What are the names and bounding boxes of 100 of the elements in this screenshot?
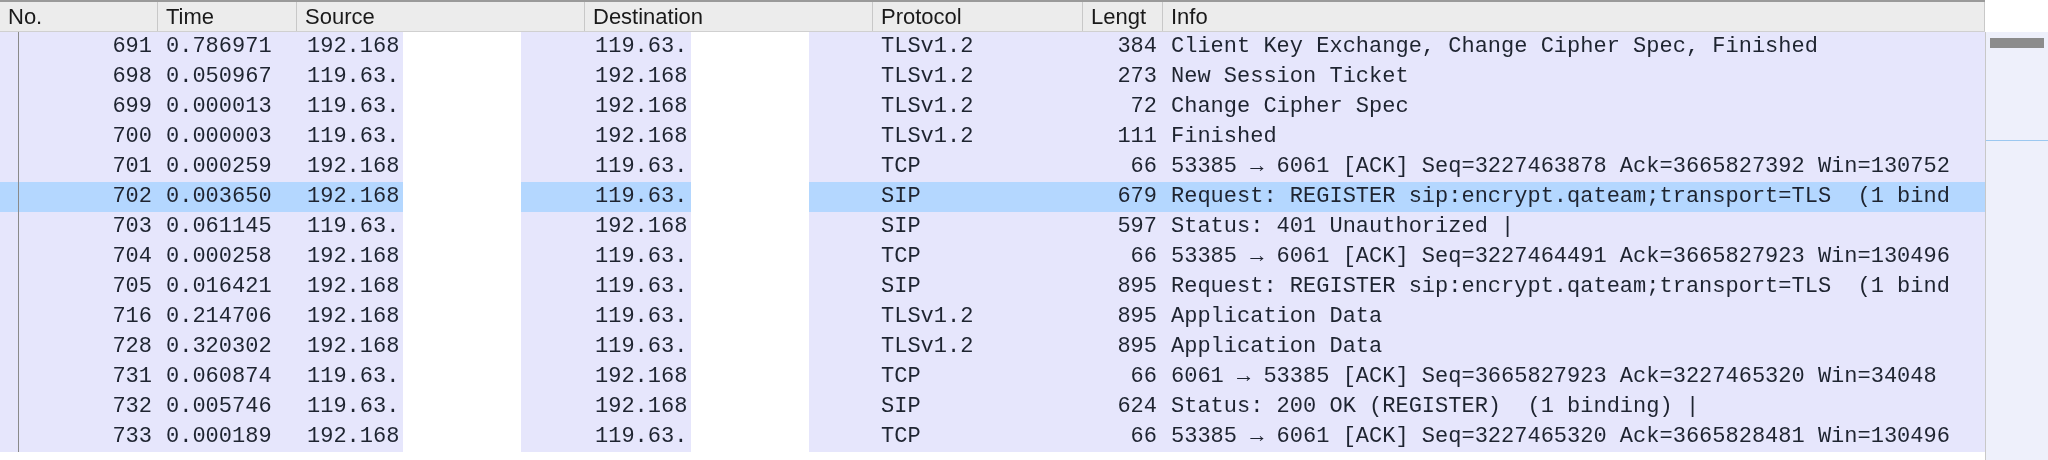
table-cell-text: 119.63.: [595, 273, 689, 301]
table-cell-text: 111: [1117, 123, 1157, 151]
table-cell-text: TCP: [881, 423, 921, 451]
table-cell-text: 192.168: [307, 183, 401, 211]
table-cell-text: Application Data: [1171, 303, 1383, 331]
table-cell-text: 0.060874: [166, 363, 272, 391]
table-cell-text: 119.63.: [595, 153, 689, 181]
table-cell-text: TLSv1.2: [881, 333, 974, 361]
table-cell-text: 705: [112, 273, 152, 301]
table-cell-text: TCP: [881, 363, 921, 391]
table-cell-text: Client Key Exchange, Change Cipher Spec, Finished: [1171, 33, 1818, 61]
packet-row[interactable]: 716 0.214706 192.168 119.63. TLSv1.2 895 Application Data: [0, 302, 1985, 332]
table-cell-text: 72: [1130, 93, 1157, 121]
table-cell-text: 0.005746: [166, 393, 272, 421]
table-cell-text: Finished: [1171, 123, 1277, 151]
column-header[interactable]: Protocol: [873, 2, 1083, 31]
minimap-marker: [1990, 38, 2044, 48]
table-cell-text: 192.168: [307, 243, 401, 271]
table-cell-text: 273: [1117, 63, 1157, 91]
table-cell-text: 192.168: [307, 33, 401, 61]
table-cell-text: 66: [1130, 243, 1157, 271]
table-cell-text: 0.786971: [166, 33, 272, 61]
table-cell-text: 6061 → 53385 [ACK] Seq=3665827923 Ack=3227465320 Win=34048: [1171, 363, 1937, 391]
table-cell-text: TCP: [881, 153, 921, 181]
table-cell-text: 895: [1117, 333, 1157, 361]
column-header[interactable]: Destination: [585, 2, 873, 31]
packet-row[interactable]: 703 0.061145 119.63. 192.168 SIP 597 Status: 401 Unauthorized |: [0, 212, 1985, 242]
table-cell-text: TLSv1.2: [881, 123, 974, 151]
column-header[interactable]: Lengt: [1083, 2, 1163, 31]
table-cell-text: TLSv1.2: [881, 303, 974, 331]
table-cell-text: 699: [112, 93, 152, 121]
packet-row[interactable]: 733 0.000189 192.168 119.63. TCP 66 53385 → 6061 [ACK] Seq=3227465320 Ack=3665828481 Win=130496: [0, 422, 1985, 452]
packet-row[interactable]: 705 0.016421 192.168 119.63. SIP 895 Request: REGISTER sip:encrypt.qateam;transport=TLS (1 bind: [0, 272, 1985, 302]
packet-row[interactable]: 691 0.786971 192.168 119.63. TLSv1.2 384 Client Key Exchange, Change Cipher Spec, Finished: [0, 32, 1985, 62]
table-cell-text: 731: [112, 363, 152, 391]
table-cell-text: 895: [1117, 273, 1157, 301]
table-cell-text: 0.000013: [166, 93, 272, 121]
table-cell-text: 53385 → 6061 [ACK] Seq=3227464491 Ack=3665827923 Win=130496: [1171, 243, 1950, 271]
table-cell-text: TLSv1.2: [881, 33, 974, 61]
table-cell-text: 53385 → 6061 [ACK] Seq=3227463878 Ack=3665827392 Win=130752: [1171, 153, 1950, 181]
table-cell-text: Request: REGISTER sip:encrypt.qateam;transport=TLS (1 bind: [1171, 273, 1950, 301]
table-cell-text: 192.168: [595, 63, 689, 91]
packet-row[interactable]: 704 0.000258 192.168 119.63. TCP 66 53385 → 6061 [ACK] Seq=3227464491 Ack=3665827923 Win=130496: [0, 242, 1985, 272]
table-cell-text: Status: 401 Unauthorized |: [1171, 213, 1515, 241]
table-cell-text: 192.168: [307, 273, 401, 301]
table-cell-text: 703: [112, 213, 152, 241]
packet-row[interactable]: 699 0.000013 119.63. 192.168 TLSv1.2 72 Change Cipher Spec: [0, 92, 1985, 122]
table-cell-text: 0.050967: [166, 63, 272, 91]
table-cell-text: 732: [112, 393, 152, 421]
table-cell-text: 0.000259: [166, 153, 272, 181]
table-cell-text: 698: [112, 63, 152, 91]
packet-row[interactable]: 698 0.050967 119.63. 192.168 TLSv1.2 273 New Session Ticket: [0, 62, 1985, 92]
table-cell-text: 192.168: [307, 333, 401, 361]
table-cell-text: 119.63.: [595, 303, 689, 331]
table-cell-text: 728: [112, 333, 152, 361]
table-cell-text: Request: REGISTER sip:encrypt.qateam;transport=TLS (1 bind: [1171, 183, 1950, 211]
table-cell-text: 192.168: [307, 153, 401, 181]
table-cell-text: 0.061145: [166, 213, 272, 241]
table-cell-text: 733: [112, 423, 152, 451]
table-cell-text: 119.63.: [307, 363, 401, 391]
table-cell-text: SIP: [881, 213, 921, 241]
table-cell-text: 624: [1117, 393, 1157, 421]
column-header[interactable]: No.: [0, 2, 158, 31]
table-cell-text: 704: [112, 243, 152, 271]
table-cell-text: 597: [1117, 213, 1157, 241]
table-cell-text: 119.63.: [595, 33, 689, 61]
table-cell-text: SIP: [881, 183, 921, 211]
packet-minimap[interactable]: [1985, 32, 2048, 460]
packet-row[interactable]: 731 0.060874 119.63. 192.168 TCP 66 6061 → 53385 [ACK] Seq=3665827923 Ack=3227465320 Win=34048: [0, 362, 1985, 392]
packet-row[interactable]: 702 0.003650 192.168 119.63. SIP 679 Request: REGISTER sip:encrypt.qateam;transport=TLS (1 bind: [0, 182, 1985, 212]
column-header[interactable]: Time: [158, 2, 297, 31]
packet-row[interactable]: 728 0.320302 192.168 119.63. TLSv1.2 895 Application Data: [0, 332, 1985, 362]
table-cell-text: New Session Ticket: [1171, 63, 1409, 91]
table-cell-text: 66: [1130, 363, 1157, 391]
table-cell-text: TCP: [881, 243, 921, 271]
table-cell-text: 0.000189: [166, 423, 272, 451]
packet-row[interactable]: 701 0.000259 192.168 119.63. TCP 66 53385 → 6061 [ACK] Seq=3227463878 Ack=3665827392 Win=130752: [0, 152, 1985, 182]
table-cell-text: 701: [112, 153, 152, 181]
table-cell-text: Status: 200 OK (REGISTER) (1 binding) |: [1171, 393, 1700, 421]
table-cell-text: 66: [1130, 423, 1157, 451]
table-cell-text: 119.63.: [595, 243, 689, 271]
packet-row[interactable]: 732 0.005746 119.63. 192.168 SIP 624 Status: 200 OK (REGISTER) (1 binding) |: [0, 392, 1985, 422]
packet-row[interactable]: 700 0.000003 119.63. 192.168 TLSv1.2 111 Finished: [0, 122, 1985, 152]
table-cell-text: Change Cipher Spec: [1171, 93, 1409, 121]
table-cell-text: 716: [112, 303, 152, 331]
table-cell-text: 192.168: [595, 213, 689, 241]
column-header[interactable]: Source: [297, 2, 585, 31]
table-cell-text: 0.320302: [166, 333, 272, 361]
minimap-line: [1986, 140, 2048, 141]
table-cell-text: 119.63.: [307, 393, 401, 421]
table-cell-text: 119.63.: [595, 423, 689, 451]
table-cell-text: 192.168: [595, 363, 689, 391]
table-cell-text: TLSv1.2: [881, 63, 974, 91]
table-cell-text: TLSv1.2: [881, 93, 974, 121]
table-cell-text: 119.63.: [307, 93, 401, 121]
table-cell-text: 192.168: [595, 93, 689, 121]
table-cell-text: 192.168: [595, 393, 689, 421]
column-header[interactable]: Info: [1163, 2, 1985, 31]
table-cell-text: 53385 → 6061 [ACK] Seq=3227465320 Ack=3665828481 Win=130496: [1171, 423, 1950, 451]
table-cell-text: 384: [1117, 33, 1157, 61]
